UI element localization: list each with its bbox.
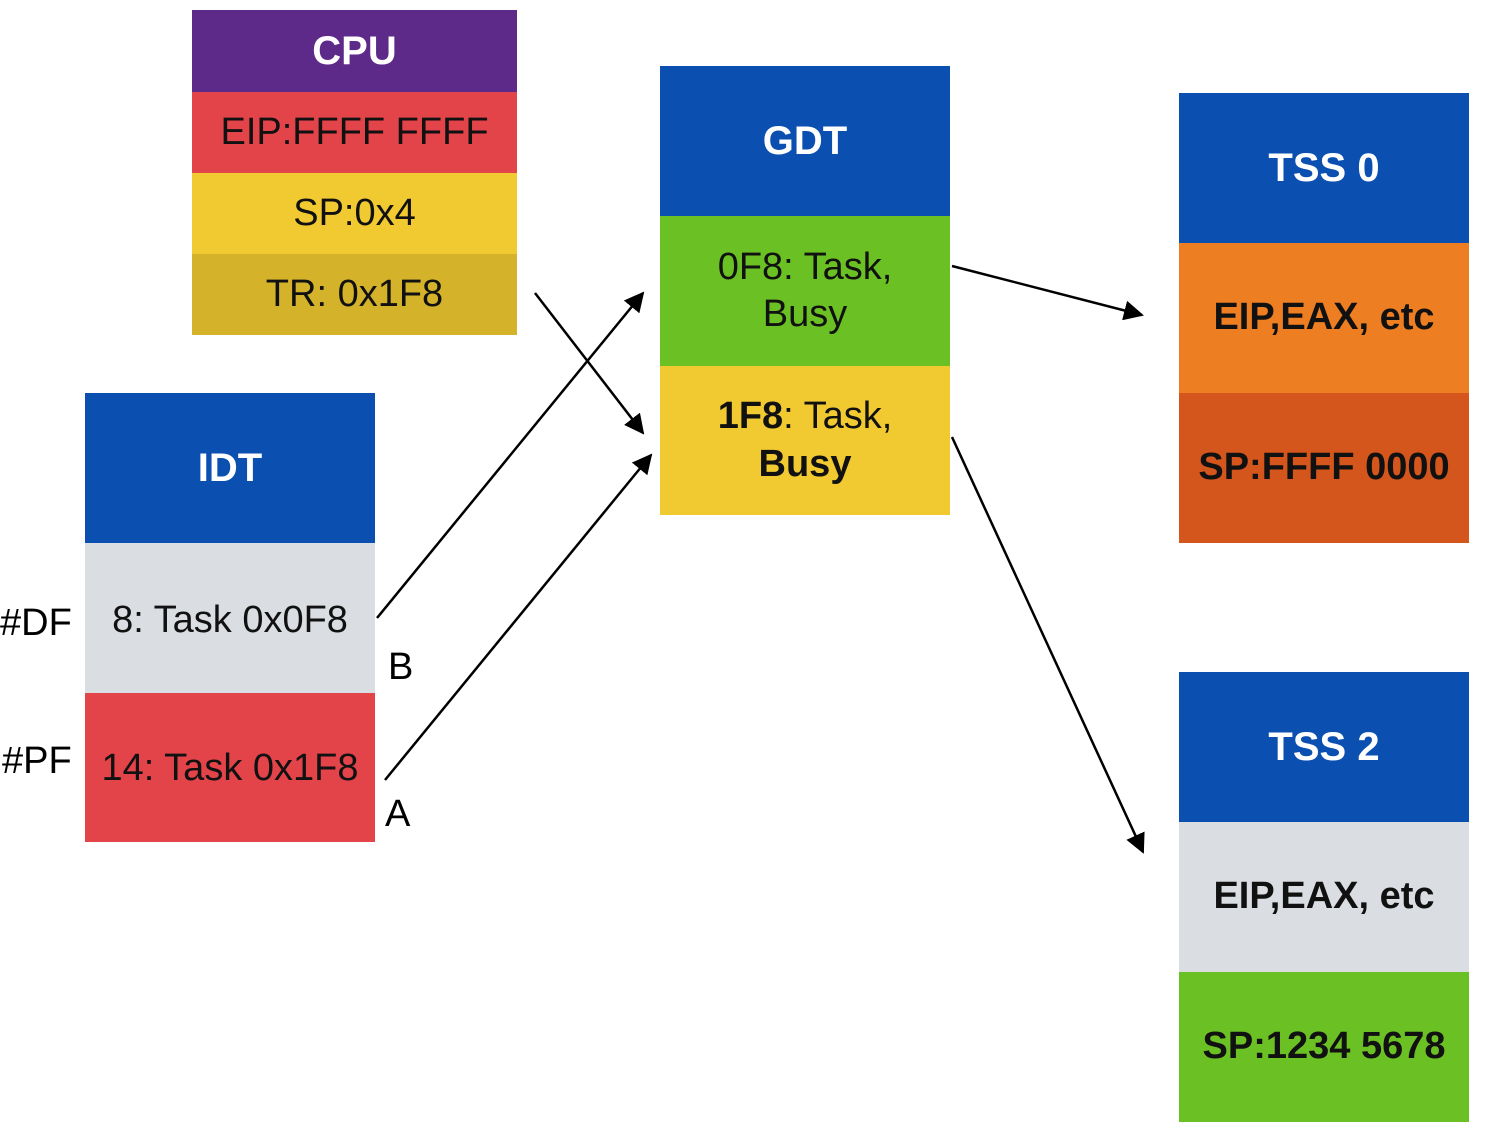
- arrow-a-pf-to-gdt-1f8: [384, 453, 653, 781]
- arrow-gdt-1f8-to-tss2: [950, 436, 1145, 854]
- arrow-gdt-0f8-to-tss0: [951, 264, 1144, 321]
- arrows: [376, 264, 1145, 854]
- arrow-b-df-to-gdt-0f8: [376, 291, 645, 619]
